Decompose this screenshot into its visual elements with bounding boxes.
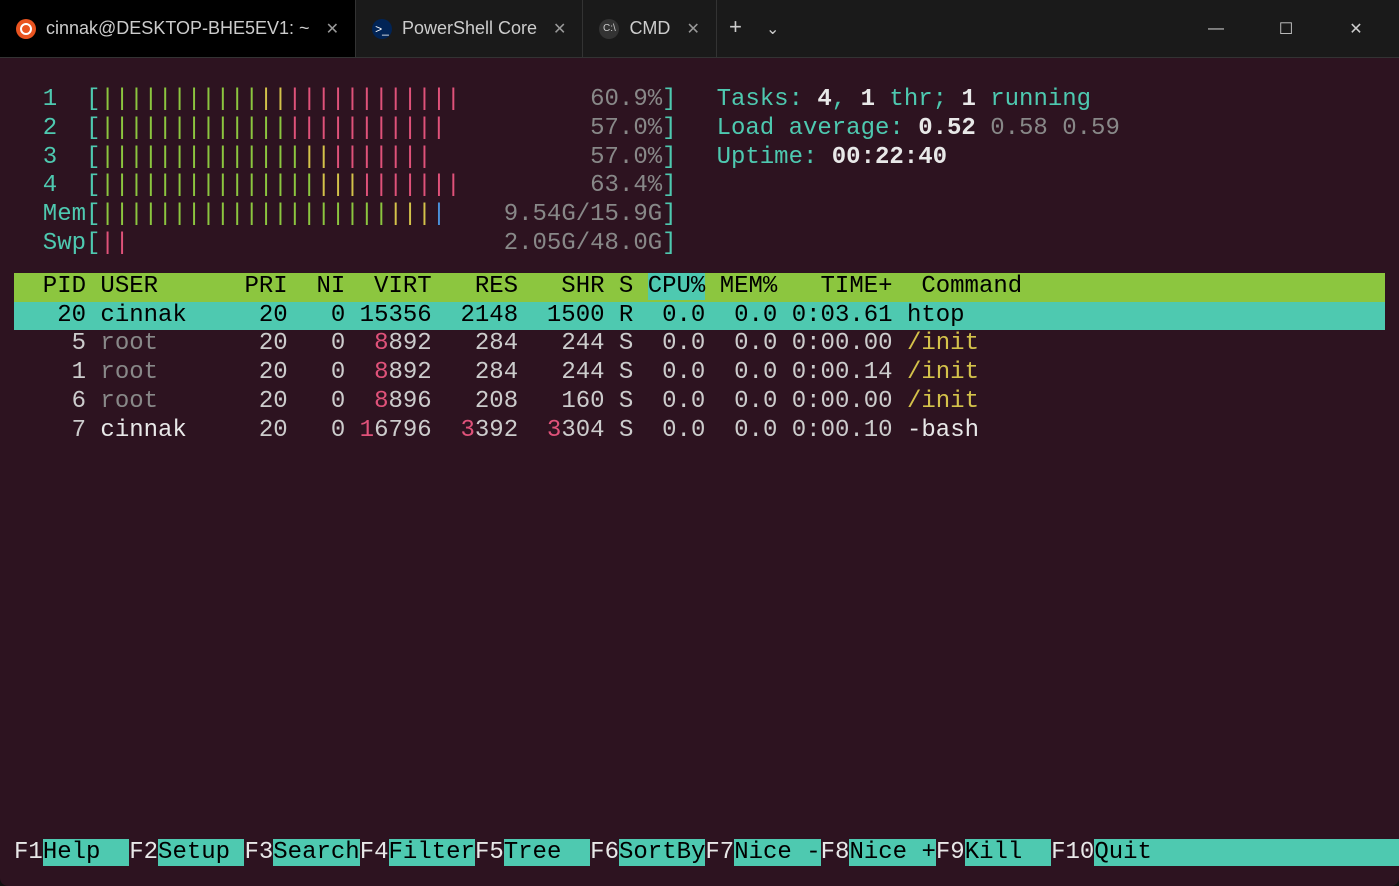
meters-panel: 1 [||||||||||||||||||||||||| 60.9%] 2 [|… [14,86,1385,259]
terminal-area[interactable]: 1 [||||||||||||||||||||||||| 60.9%] 2 [|… [0,58,1399,886]
powershell-icon: >_ [372,19,392,39]
cmd-icon: C:\ [599,19,619,39]
tab-cmd[interactable]: C:\ CMD ✕ [583,0,716,57]
tab-ubuntu[interactable]: cinnak@DESKTOP-BHE5EV1: ~ ✕ [0,0,356,57]
minimize-button[interactable]: — [1193,20,1239,38]
function-key-bar[interactable]: F1Help F2Setup F3SearchF4FilterF5Tree F6… [14,839,1385,868]
tab-label: PowerShell Core [402,18,537,39]
process-list[interactable]: PID USER PRI NI VIRT RES SHR S CPU% MEM%… [14,273,1385,446]
new-tab-button[interactable]: + [717,16,754,41]
window-controls: — ☐ ✕ [1193,19,1399,39]
process-row[interactable]: 20 cinnak 20 0 15356 2148 1500 R 0.0 0.0… [14,302,1385,331]
tab-label: CMD [629,18,670,39]
close-icon[interactable]: ✕ [326,19,339,39]
maximize-button[interactable]: ☐ [1263,19,1309,39]
process-row[interactable]: 1 root 20 0 8892 284 244 S 0.0 0.0 0:00.… [14,359,1385,388]
process-row[interactable]: 7 cinnak 20 0 16796 3392 3304 S 0.0 0.0 … [14,417,1385,446]
ubuntu-icon [16,19,36,39]
close-icon[interactable]: ✕ [686,19,699,39]
process-row[interactable]: 6 root 20 0 8896 208 160 S 0.0 0.0 0:00.… [14,388,1385,417]
process-header[interactable]: PID USER PRI NI VIRT RES SHR S CPU% MEM%… [14,273,1385,302]
titlebar: cinnak@DESKTOP-BHE5EV1: ~ ✕ >_ PowerShel… [0,0,1399,58]
tab-powershell[interactable]: >_ PowerShell Core ✕ [356,0,583,57]
process-row[interactable]: 5 root 20 0 8892 284 244 S 0.0 0.0 0:00.… [14,330,1385,359]
tab-dropdown-icon[interactable]: ⌄ [754,19,791,39]
close-icon[interactable]: ✕ [553,19,566,39]
tab-label: cinnak@DESKTOP-BHE5EV1: ~ [46,18,310,39]
close-window-button[interactable]: ✕ [1333,19,1379,39]
